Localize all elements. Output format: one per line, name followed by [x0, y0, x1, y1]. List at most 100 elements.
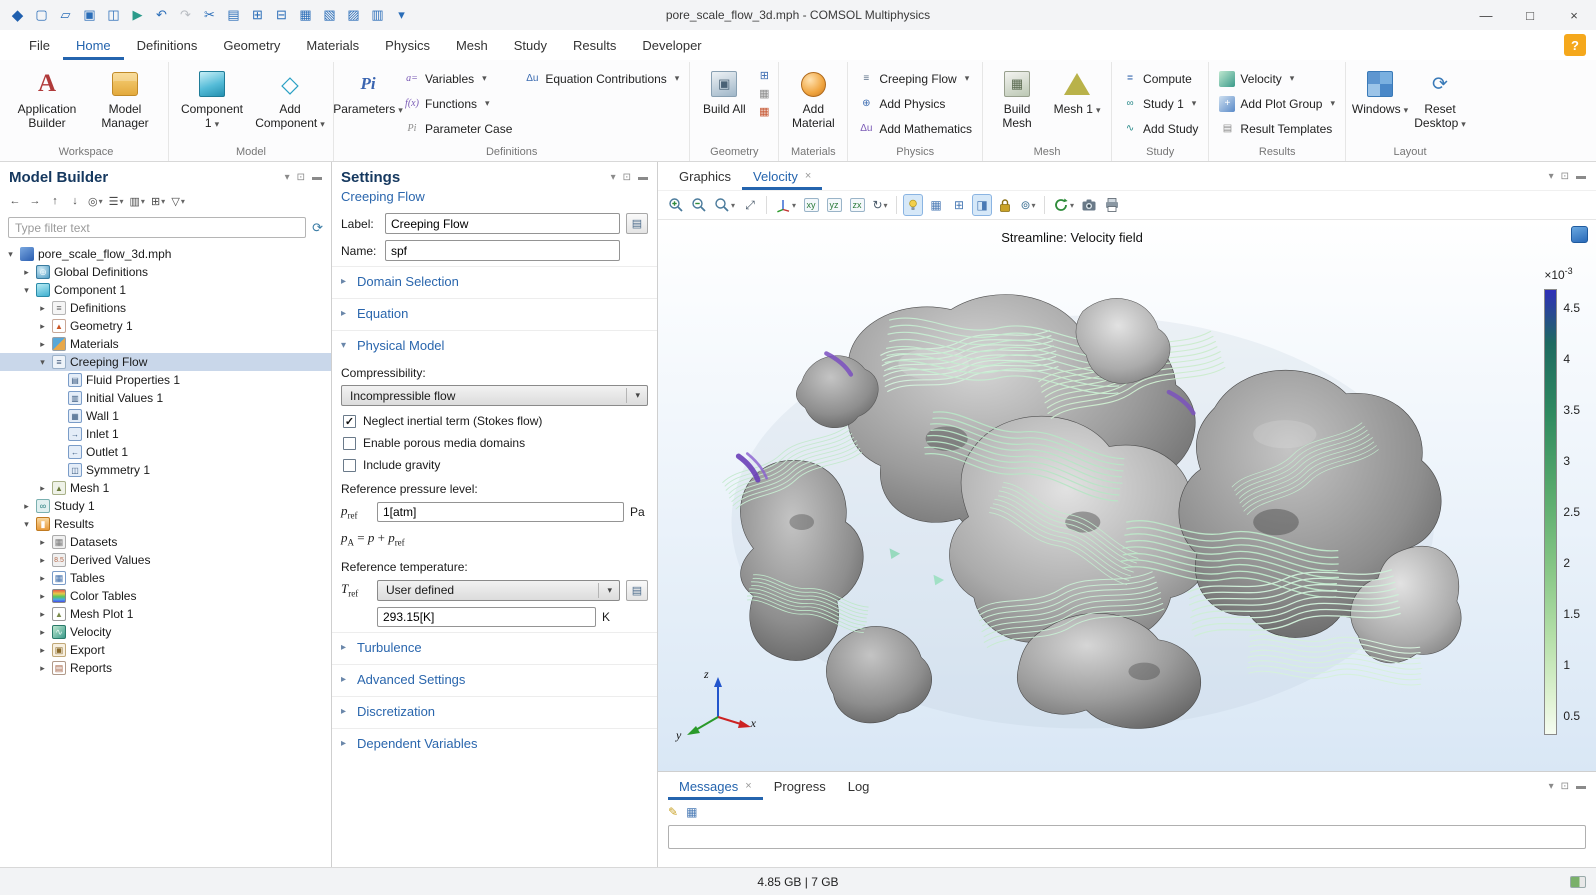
- build-mesh-quick-button[interactable]: [318, 3, 341, 27]
- label-input[interactable]: [385, 213, 620, 234]
- add-component-button[interactable]: Add Component: [252, 64, 328, 142]
- panel-float-icon[interactable]: [1561, 781, 1569, 792]
- columns-button[interactable]: ▾: [128, 191, 147, 211]
- menu-home[interactable]: Home: [63, 30, 124, 60]
- tree-item-component1[interactable]: Component 1: [0, 281, 331, 299]
- compressibility-select[interactable]: Incompressible flow: [341, 385, 648, 406]
- reset-desktop-button[interactable]: Reset Desktop: [1411, 64, 1469, 142]
- image-snapshot-button[interactable]: [1079, 194, 1099, 216]
- expand-arrow-icon[interactable]: [37, 627, 48, 638]
- tab-progress[interactable]: Progress: [763, 772, 837, 800]
- application-builder-button[interactable]: Application Builder: [9, 64, 85, 142]
- section-dependent-variables[interactable]: Dependent Variables: [332, 728, 657, 758]
- show-legends-button[interactable]: [972, 194, 992, 216]
- tree-item-reports[interactable]: Reports: [0, 659, 331, 677]
- panel-collapse-icon[interactable]: [1576, 781, 1586, 792]
- menu-mesh[interactable]: Mesh: [443, 30, 501, 60]
- build-mesh-button[interactable]: Build Mesh: [988, 64, 1046, 142]
- parameter-case-button[interactable]: Pi Parameter Case: [399, 117, 517, 140]
- tree-item-inlet1[interactable]: Inlet 1: [0, 425, 331, 443]
- section-physical-model[interactable]: Physical Model: [332, 330, 657, 360]
- tab-graphics[interactable]: Graphics: [668, 162, 742, 190]
- component1-button[interactable]: Component 1: [174, 64, 250, 142]
- variables-button[interactable]: a= Variables: [399, 67, 517, 90]
- tree-filter-input[interactable]: [8, 217, 306, 238]
- geometry-delete-button[interactable]: [755, 103, 773, 119]
- expand-arrow-icon[interactable]: [21, 267, 32, 278]
- section-turbulence[interactable]: Turbulence: [332, 632, 657, 662]
- collapse-all-button[interactable]: ▾: [107, 191, 126, 211]
- panel-menu-icon[interactable]: [1549, 171, 1554, 182]
- save-button[interactable]: [78, 3, 101, 27]
- creeping-flow-ribbon-button[interactable]: ≡ Creeping Flow: [853, 67, 977, 90]
- checkbox-checked-icon[interactable]: [343, 415, 356, 428]
- tree-item-study1[interactable]: ∞Study 1: [0, 497, 331, 515]
- equation-contributions-button[interactable]: Δu Equation Contributions: [519, 67, 684, 90]
- name-input[interactable]: [385, 240, 620, 261]
- add-mathematics-button[interactable]: Δu Add Mathematics: [853, 117, 977, 140]
- forward-button[interactable]: [26, 191, 44, 211]
- update-plot-button[interactable]: ▾: [1051, 194, 1076, 216]
- add-material-button[interactable]: Add Material: [784, 64, 842, 142]
- section-domain-selection[interactable]: Domain Selection: [332, 266, 657, 296]
- paste-button[interactable]: [246, 3, 269, 27]
- tab-messages[interactable]: Messages: [668, 772, 763, 800]
- tree-item-fluid-properties[interactable]: Fluid Properties 1: [0, 371, 331, 389]
- panel-float-icon[interactable]: [297, 172, 305, 183]
- move-up-button[interactable]: [46, 191, 64, 211]
- maximize-button[interactable]: [1508, 0, 1552, 30]
- expand-arrow-icon[interactable]: [37, 573, 48, 584]
- menu-geometry[interactable]: Geometry: [210, 30, 293, 60]
- tree-item-results[interactable]: Results: [0, 515, 331, 533]
- cut-button[interactable]: [198, 3, 221, 27]
- tree-item-mesh1[interactable]: Mesh 1: [0, 479, 331, 497]
- panel-float-icon[interactable]: [623, 172, 631, 183]
- add-physics-button[interactable]: Add Physics: [853, 92, 977, 115]
- customize-toolbar-button[interactable]: [390, 3, 413, 27]
- graphics-canvas[interactable]: Streamline: Velocity field: [658, 220, 1596, 771]
- expand-arrow-icon[interactable]: [37, 537, 48, 548]
- panel-collapse-icon[interactable]: [312, 172, 322, 183]
- menu-developer[interactable]: Developer: [629, 30, 714, 60]
- temperature-value-input[interactable]: [377, 607, 596, 627]
- compute-ribbon-button[interactable]: = Compute: [1117, 67, 1203, 90]
- show-material-color-button[interactable]: [926, 194, 946, 216]
- tree-item-symmetry1[interactable]: Symmetry 1: [0, 461, 331, 479]
- copy-messages-button[interactable]: [686, 805, 697, 819]
- scene-light-button[interactable]: [903, 194, 923, 216]
- geometry-insert-button[interactable]: [755, 85, 773, 101]
- model-manager-button[interactable]: Model Manager: [87, 64, 163, 142]
- expand-arrow-icon[interactable]: [21, 285, 32, 296]
- geometry-import-button[interactable]: [755, 67, 773, 83]
- compute-button[interactable]: [126, 3, 149, 27]
- move-down-button[interactable]: [66, 191, 84, 211]
- expand-arrow-icon[interactable]: [37, 357, 48, 368]
- filter-button[interactable]: ▾: [169, 191, 187, 211]
- panel-menu-icon[interactable]: [1549, 781, 1554, 792]
- delete-button[interactable]: [294, 3, 317, 27]
- checkbox-unchecked-icon[interactable]: [343, 459, 356, 472]
- section-equation[interactable]: Equation: [332, 298, 657, 328]
- panel-collapse-icon[interactable]: [1576, 171, 1586, 182]
- print-button[interactable]: [1102, 194, 1122, 216]
- tree-item-datasets[interactable]: Datasets: [0, 533, 331, 551]
- tree-item-velocity[interactable]: Velocity: [0, 623, 331, 641]
- panel-menu-icon[interactable]: [611, 172, 616, 183]
- redo-button[interactable]: [174, 3, 197, 27]
- close-tab-icon[interactable]: [805, 170, 811, 182]
- close-tab-icon[interactable]: [745, 780, 751, 792]
- section-advanced-settings[interactable]: Advanced Settings: [332, 664, 657, 694]
- tree-item-creeping-flow[interactable]: Creeping Flow: [0, 353, 331, 371]
- tree-item-export[interactable]: Export: [0, 641, 331, 659]
- menu-physics[interactable]: Physics: [372, 30, 443, 60]
- tree-item-tables[interactable]: Tables: [0, 569, 331, 587]
- include-gravity-checkbox[interactable]: Include gravity: [332, 454, 657, 476]
- reference-temperature-select[interactable]: User defined: [377, 580, 620, 601]
- zoom-out-button[interactable]: [689, 194, 709, 216]
- result-templates-button[interactable]: Result Templates: [1214, 117, 1340, 140]
- tree-item-color-tables[interactable]: Color Tables: [0, 587, 331, 605]
- copy-button[interactable]: [222, 3, 245, 27]
- rename-button[interactable]: [626, 213, 648, 234]
- minimize-button[interactable]: [1464, 0, 1508, 30]
- reference-pressure-input[interactable]: [377, 502, 624, 522]
